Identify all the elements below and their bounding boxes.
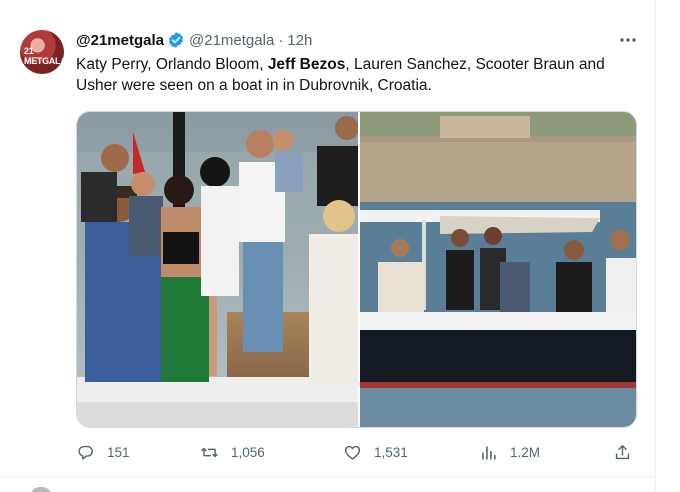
timeline-divider xyxy=(655,0,656,492)
verified-badge-icon[interactable] xyxy=(167,31,185,49)
views-count: 1.2M xyxy=(510,444,541,460)
tweet-actions: 151 1,056 1,531 1.2M xyxy=(76,440,638,464)
display-name[interactable]: @21metgala xyxy=(76,32,164,49)
reply-button[interactable]: 151 xyxy=(76,440,130,464)
retweet-icon xyxy=(201,447,218,457)
tweet-divider xyxy=(0,476,656,477)
avatar[interactable]: 21 METGALA xyxy=(20,30,64,74)
media-grid xyxy=(76,111,637,428)
reply-count: 151 xyxy=(107,444,130,460)
tweet-header: @21metgala @21metgala · 12h xyxy=(76,30,312,50)
reply-icon xyxy=(78,445,93,460)
views-icon xyxy=(482,445,496,460)
photo-right[interactable] xyxy=(360,112,637,428)
heart-icon xyxy=(344,445,361,460)
like-count: 1,531 xyxy=(374,444,408,460)
views-button[interactable]: 1.2M xyxy=(479,440,540,464)
separator-dot: · xyxy=(278,31,284,49)
share-button[interactable] xyxy=(613,440,632,464)
tweet-text: Katy Perry, Orlando Bloom, Jeff Bezos, L… xyxy=(76,54,636,96)
avatar-logo-text: 21 METGALA xyxy=(24,46,64,66)
tweet-text-bold-name[interactable]: Jeff Bezos xyxy=(268,56,346,73)
retweet-button[interactable]: 1,056 xyxy=(200,440,265,464)
more-icon[interactable] xyxy=(618,32,638,48)
share-icon xyxy=(615,444,630,459)
retweet-count: 1,056 xyxy=(231,444,265,460)
photo-left[interactable] xyxy=(77,112,358,428)
like-button[interactable]: 1,531 xyxy=(343,440,408,464)
timestamp[interactable]: 12h xyxy=(287,32,312,49)
next-tweet-avatar[interactable] xyxy=(30,487,52,492)
tweet-text-part-1: Katy Perry, Orlando Bloom, xyxy=(76,56,268,73)
handle[interactable]: @21metgala xyxy=(189,32,274,49)
